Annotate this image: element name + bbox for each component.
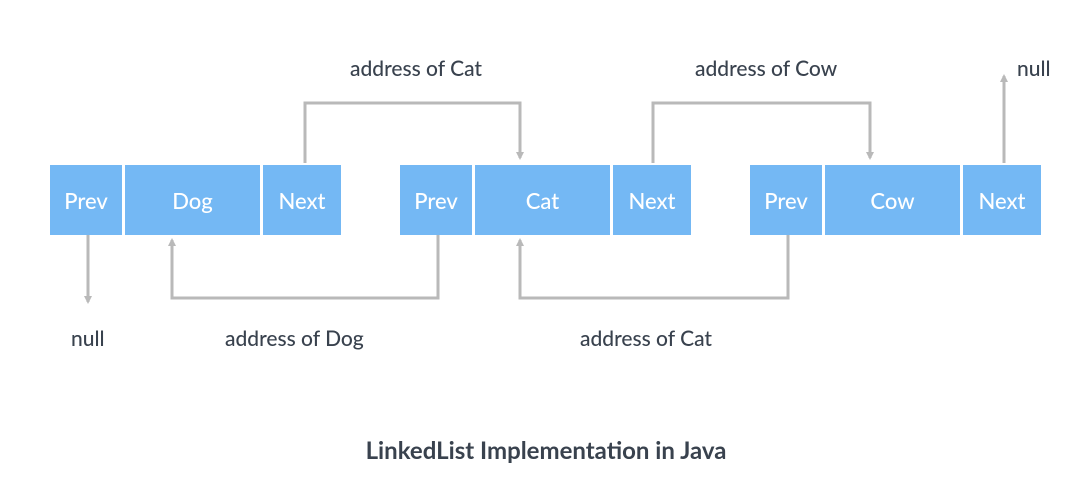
label-prev-2: address of Dog [225, 326, 364, 351]
node-dog: Prev Dog Next [50, 165, 341, 235]
arrow-prev-2 [172, 235, 438, 298]
diagram-canvas: Prev Dog Next Prev Cat Next Prev Cow Nex… [0, 0, 1092, 502]
node-cat: Prev Cat Next [400, 165, 691, 235]
arrow-prev-3 [520, 235, 788, 298]
node-next-label: Next [263, 165, 341, 235]
node-data-label: Cat [475, 165, 610, 235]
arrow-next-2 [653, 103, 870, 163]
label-prev-null: null [71, 326, 105, 351]
node-prev-label: Prev [750, 165, 822, 235]
label-next-null: null [1017, 56, 1051, 81]
arrow-next-1 [305, 103, 520, 163]
label-next-2: address of Cow [695, 56, 837, 81]
label-prev-3: address of Cat [580, 326, 712, 351]
node-prev-label: Prev [400, 165, 472, 235]
label-next-1: address of Cat [350, 56, 482, 81]
node-cow: Prev Cow Next [750, 165, 1041, 235]
arrows-layer [0, 0, 1092, 502]
node-next-label: Next [963, 165, 1041, 235]
node-next-label: Next [613, 165, 691, 235]
diagram-caption: LinkedList Implementation in Java [0, 436, 1092, 465]
node-prev-label: Prev [50, 165, 122, 235]
node-data-label: Dog [125, 165, 260, 235]
node-data-label: Cow [825, 165, 960, 235]
